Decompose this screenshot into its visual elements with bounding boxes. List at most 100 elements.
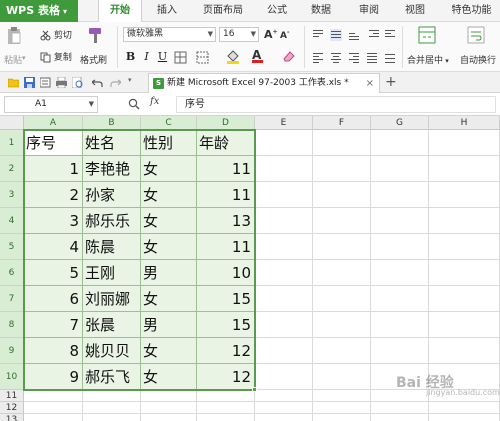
distributed-align-icon[interactable] [384,52,396,64]
cell[interactable]: 11 [197,182,255,208]
cell[interactable] [255,182,313,208]
row-header[interactable]: 7 [0,286,24,312]
cell[interactable]: 4 [24,234,83,260]
row-header[interactable]: 10 [0,364,24,390]
cell[interactable] [313,414,371,421]
cell[interactable]: 15 [197,286,255,312]
row-header[interactable]: 11 [0,390,24,402]
cell[interactable] [83,402,141,414]
undo-icon[interactable] [92,77,103,88]
cell[interactable]: 姓名 [83,130,141,156]
row-header[interactable]: 5 [0,234,24,260]
cell[interactable] [371,312,429,338]
tab-special-features[interactable]: 特色功能 [443,0,500,22]
cell[interactable]: 男 [141,312,197,338]
cell[interactable]: 女 [141,286,197,312]
row-header[interactable]: 12 [0,402,24,414]
column-header[interactable]: F [313,116,371,130]
highlight-button[interactable] [226,49,240,64]
cell[interactable]: 年龄 [197,130,255,156]
cell[interactable] [255,414,313,421]
cell[interactable] [429,130,500,156]
font-color-button[interactable]: A [252,48,263,63]
cell[interactable]: 女 [141,208,197,234]
cell[interactable]: 郝乐乐 [83,208,141,234]
cell[interactable] [255,390,313,402]
cell[interactable] [371,402,429,414]
cell[interactable] [371,414,429,421]
cell[interactable]: 15 [197,312,255,338]
cell[interactable] [313,286,371,312]
font-size-select[interactable]: 16 ▼ [219,27,259,42]
tab-formulas[interactable]: 公式 [260,0,294,22]
cell[interactable]: 刘丽娜 [83,286,141,312]
new-tab-button[interactable]: + [385,73,397,92]
column-header[interactable]: C [141,116,197,130]
cell[interactable] [429,286,500,312]
cell[interactable] [197,414,255,421]
save-icon[interactable] [24,77,35,88]
cell[interactable]: 女 [141,156,197,182]
cell[interactable]: 陈晨 [83,234,141,260]
cell[interactable] [371,156,429,182]
format-painter-button[interactable] [86,26,104,44]
row-header[interactable]: 3 [0,182,24,208]
tab-view[interactable]: 视图 [398,0,432,22]
cell[interactable]: 男 [141,260,197,286]
cell[interactable]: 女 [141,182,197,208]
cell[interactable] [255,234,313,260]
auto-wrap-button[interactable] [467,26,485,44]
cell[interactable]: 2 [24,182,83,208]
underline-button[interactable]: U [156,50,169,64]
document-tab[interactable]: S 新建 Microsoft Excel 97-2003 工作表.xls * × [148,73,380,93]
cell[interactable] [313,208,371,234]
cell[interactable] [255,312,313,338]
font-name-select[interactable]: 微软雅黑 ▼ [123,27,216,42]
align-right-icon[interactable] [348,52,360,64]
cell[interactable] [313,364,371,390]
cell[interactable] [24,390,83,402]
row-header[interactable]: 2 [0,156,24,182]
cell[interactable] [313,260,371,286]
paste-button[interactable] [6,26,22,46]
cell[interactable]: 5 [24,260,83,286]
formula-input[interactable]: 序号 [176,96,496,113]
tab-home[interactable]: 开始 [98,0,142,23]
cell[interactable] [313,234,371,260]
row-header[interactable]: 6 [0,260,24,286]
tab-data[interactable]: 数据 [304,0,338,22]
cell[interactable]: 女 [141,338,197,364]
row-header[interactable]: 4 [0,208,24,234]
cell[interactable] [141,390,197,402]
clear-format-button[interactable] [282,49,296,63]
align-top-icon[interactable] [312,29,324,41]
copy-button[interactable]: 复制 [40,50,72,63]
cell[interactable] [24,402,83,414]
column-header[interactable]: E [255,116,313,130]
cell[interactable] [313,312,371,338]
cell[interactable] [371,208,429,234]
cell[interactable] [255,402,313,414]
cell[interactable] [313,130,371,156]
undo-history-icon[interactable] [40,77,51,88]
cell[interactable] [255,260,313,286]
indent-increase-icon[interactable] [384,29,396,41]
column-header[interactable]: A [24,116,83,130]
cell[interactable] [429,182,500,208]
cell[interactable]: 8 [24,338,83,364]
cell[interactable] [429,312,500,338]
italic-button[interactable]: I [140,50,153,64]
cell[interactable]: 郝乐飞 [83,364,141,390]
cell[interactable] [255,364,313,390]
cell[interactable]: 11 [197,234,255,260]
cell[interactable] [429,338,500,364]
cell[interactable]: 女 [141,234,197,260]
cell[interactable] [371,260,429,286]
cell[interactable] [255,208,313,234]
cell[interactable]: 3 [24,208,83,234]
cell[interactable] [313,402,371,414]
cell[interactable] [371,182,429,208]
app-menu-button[interactable]: WPS 表格 ▾ [0,0,78,22]
paste-dropdown-icon[interactable]: ▾ [22,54,26,62]
cell[interactable]: 李艳艳 [83,156,141,182]
